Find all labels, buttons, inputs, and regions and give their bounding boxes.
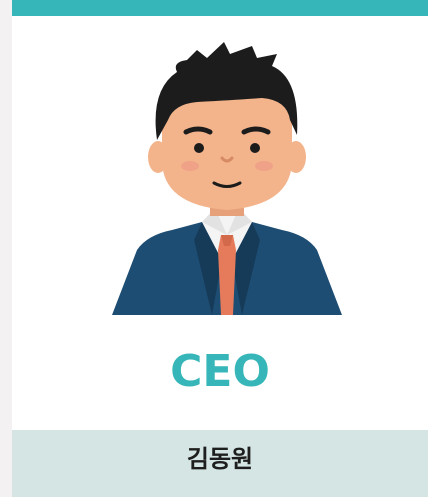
accent-top-bar (12, 0, 428, 16)
name-bar: 김동원 (12, 430, 428, 497)
person-name: 김동원 (186, 445, 254, 473)
businessman-avatar-icon (102, 40, 352, 320)
profile-card: CEO 김동원 (12, 0, 428, 497)
role-title: CEO (170, 346, 270, 397)
